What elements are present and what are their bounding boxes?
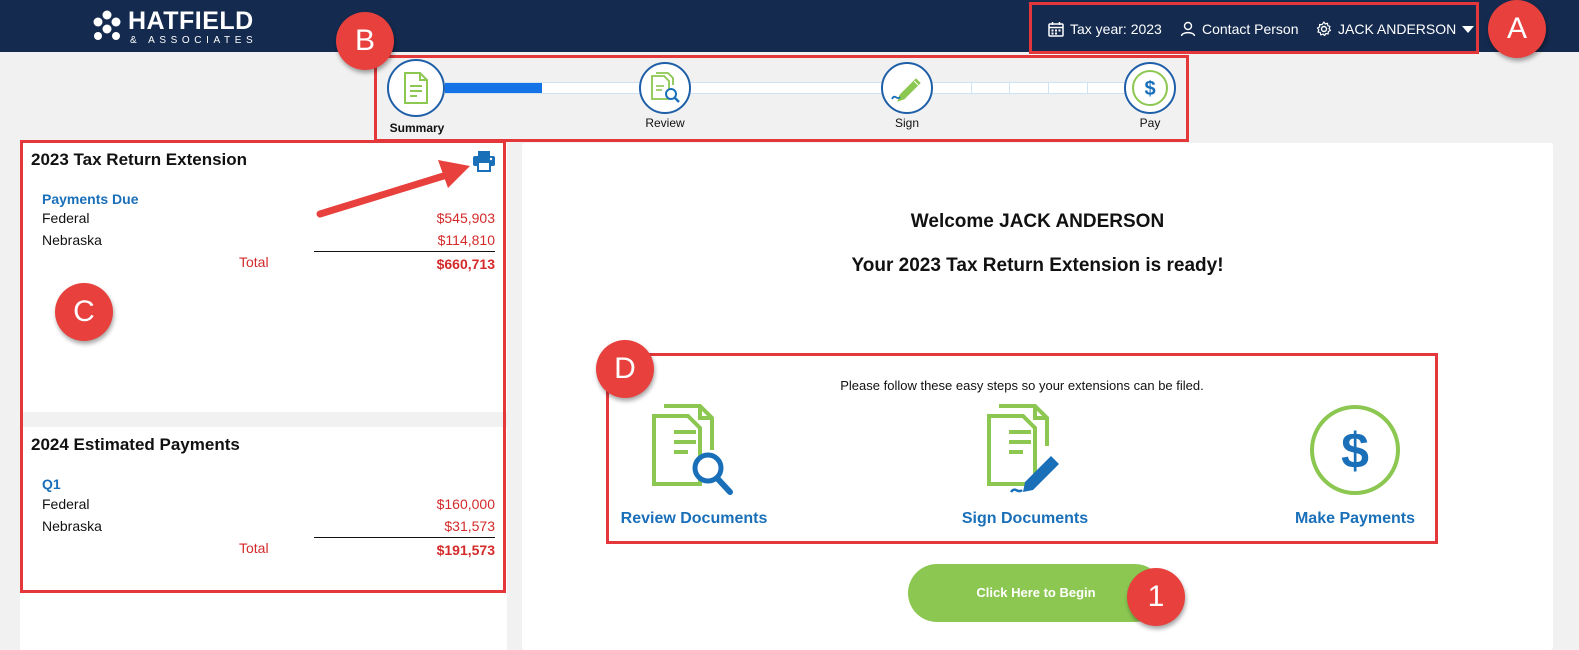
- step-review-label: Review: [645, 116, 685, 130]
- contact-person-link[interactable]: Contact Person: [1180, 21, 1299, 37]
- callout-d: D: [596, 340, 654, 398]
- step-review[interactable]: [639, 62, 691, 114]
- pen-icon: [891, 78, 921, 102]
- step-pay-label: Pay: [1139, 116, 1161, 130]
- step-summary-label: Summary: [389, 121, 445, 135]
- person-icon: [1180, 21, 1196, 37]
- svg-text:$: $: [1144, 78, 1155, 100]
- tax-year-selector[interactable]: Tax year: 2023: [1048, 21, 1162, 37]
- make-payments-icon: $: [1310, 405, 1400, 495]
- dollar-icon: $: [1132, 70, 1168, 106]
- user-menu[interactable]: JACK ANDERSON: [1316, 21, 1475, 37]
- callout-1: 1: [1127, 568, 1185, 626]
- step-summary[interactable]: [387, 59, 445, 117]
- top-header: HATFIELD & ASSOCIATES Tax year: 2023 Con…: [0, 0, 1579, 54]
- header-account-bar: Tax year: 2023 Contact Person JACK ANDER…: [1029, 2, 1479, 54]
- step-pay[interactable]: $: [1124, 62, 1176, 114]
- welcome-heading: Welcome JACK ANDERSON: [910, 211, 1165, 232]
- sign-documents-tile[interactable]: Sign Documents: [925, 400, 1125, 528]
- user-name-label: JACK ANDERSON: [1338, 21, 1457, 37]
- make-payments-tile[interactable]: $ Make Payments: [1255, 400, 1455, 528]
- callout-a: A: [1488, 0, 1546, 58]
- document-icon: [404, 72, 428, 104]
- sign-documents-label: Sign Documents: [961, 510, 1089, 527]
- chevron-down-icon: [1462, 25, 1475, 33]
- step-sign[interactable]: [881, 62, 933, 114]
- make-payments-label: Make Payments: [1294, 510, 1416, 527]
- progress-tick: [1087, 82, 1088, 94]
- instructions-text: Please follow these easy steps so your e…: [840, 378, 1204, 393]
- progress-track: [445, 82, 1125, 94]
- gear-icon: [1316, 21, 1332, 37]
- progress-tick: [971, 82, 972, 94]
- step-sign-label: Sign: [894, 116, 920, 130]
- document-search-icon: [651, 72, 680, 103]
- summary-highlight-box: [20, 140, 506, 593]
- progress-tick: [1048, 82, 1049, 94]
- steps-overview: Please follow these easy steps so your e…: [606, 353, 1438, 544]
- calendar-icon: [1048, 22, 1064, 37]
- review-documents-tile[interactable]: Review Documents: [594, 400, 794, 528]
- progress-fill: [445, 83, 542, 93]
- hatfield-logo[interactable]: HATFIELD & ASSOCIATES: [90, 7, 270, 47]
- progress-stepper: Summary Review Sign $ Pay: [374, 55, 1189, 142]
- callout-b: B: [336, 12, 394, 70]
- review-documents-label: Review Documents: [620, 510, 768, 527]
- logo-subtitle: & ASSOCIATES: [130, 35, 258, 46]
- logo-mark-icon: [93, 10, 121, 40]
- tax-year-label: Tax year: 2023: [1070, 21, 1162, 37]
- begin-button[interactable]: Click Here to Begin: [908, 564, 1164, 622]
- ready-heading: Your 2023 Tax Return Extension is ready!: [851, 255, 1224, 276]
- review-documents-icon: [652, 404, 733, 495]
- progress-tick: [1009, 82, 1010, 94]
- sign-documents-icon: [987, 404, 1059, 493]
- logo-name: HATFIELD: [128, 7, 254, 35]
- contact-person-label: Contact Person: [1202, 21, 1299, 37]
- svg-text:$: $: [1341, 423, 1369, 479]
